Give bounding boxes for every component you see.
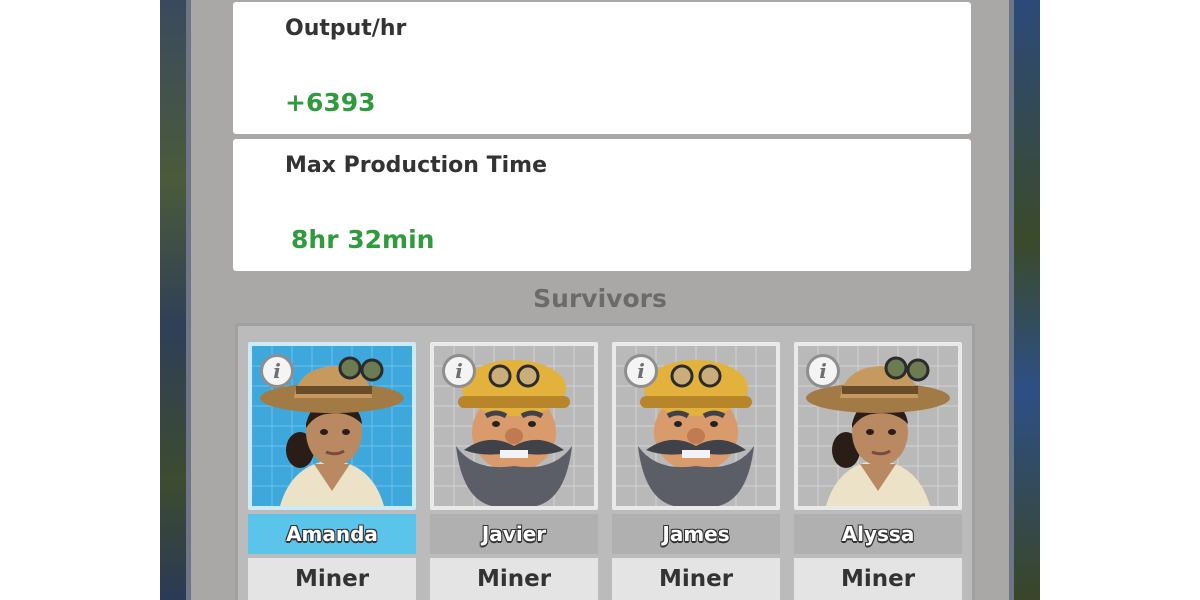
survivor-role: Miner — [248, 558, 416, 600]
survivor-name: Amanda — [248, 514, 416, 554]
survivor-card-james[interactable]: i James Miner — [612, 342, 780, 600]
survivor-role: Miner — [794, 558, 962, 600]
survivor-portrait[interactable]: i — [430, 342, 598, 510]
output-per-hour-value: +6393 — [285, 88, 376, 117]
info-icon[interactable]: i — [806, 354, 840, 388]
game-background-right — [1010, 0, 1040, 600]
survivors-section-title: Survivors — [533, 284, 667, 313]
survivor-name: Alyssa — [794, 514, 962, 554]
max-production-time-card: Max Production Time 8hr 32min — [233, 139, 971, 271]
survivor-role: Miner — [430, 558, 598, 600]
survivor-portrait[interactable]: i — [248, 342, 416, 510]
max-production-time-value: 8hr 32min — [291, 225, 435, 254]
survivor-card-alyssa[interactable]: i Alyssa Miner — [794, 342, 962, 600]
survivor-name: Javier — [430, 514, 598, 554]
survivor-card-amanda[interactable]: i Amanda Miner — [248, 342, 416, 600]
survivor-name: James — [612, 514, 780, 554]
survivor-grid: i Amanda Miner i Javier Miner i James Mi… — [235, 323, 975, 600]
survivor-card-javier[interactable]: i Javier Miner — [430, 342, 598, 600]
survivor-portrait[interactable]: i — [794, 342, 962, 510]
survivor-role: Miner — [612, 558, 780, 600]
info-icon[interactable]: i — [442, 354, 476, 388]
output-per-hour-label: Output/hr — [285, 16, 407, 41]
building-detail-panel: Output/hr +6393 Max Production Time 8hr … — [186, 0, 1014, 600]
survivor-portrait[interactable]: i — [612, 342, 780, 510]
output-per-hour-card: Output/hr +6393 — [233, 2, 971, 134]
info-icon[interactable]: i — [624, 354, 658, 388]
max-production-time-label: Max Production Time — [285, 153, 548, 178]
info-icon[interactable]: i — [260, 354, 294, 388]
